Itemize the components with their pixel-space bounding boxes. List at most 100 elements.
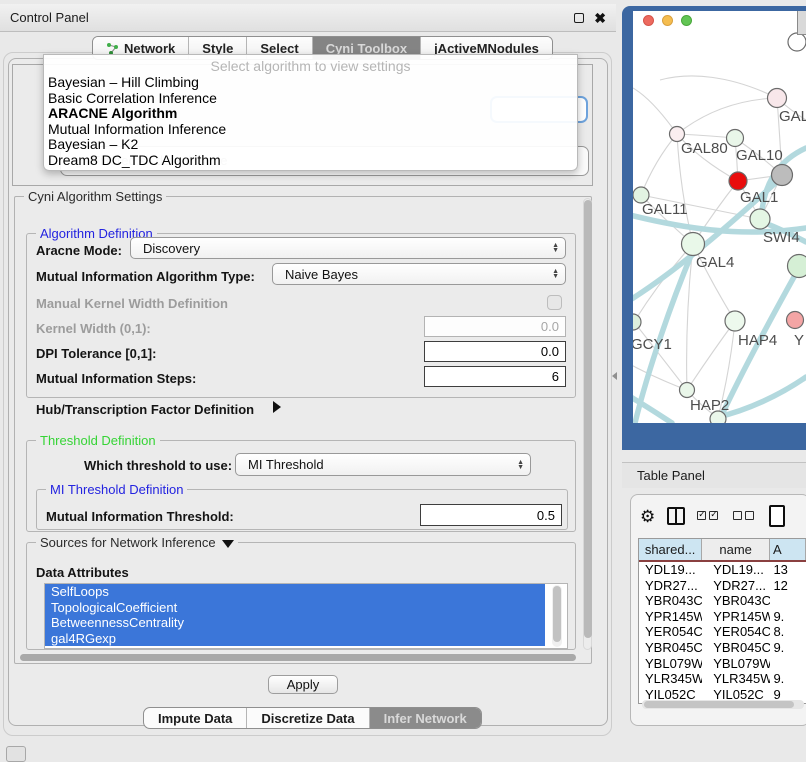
float-icon[interactable]	[574, 13, 584, 23]
panel-mini-button[interactable]	[6, 746, 26, 762]
network-edge[interactable]	[687, 321, 735, 390]
network-node[interactable]	[788, 255, 806, 278]
column-header[interactable]: A	[770, 539, 806, 560]
node-label: GAL	[779, 108, 806, 125]
sources-title[interactable]: Sources for Network Inference	[36, 535, 238, 550]
table-row[interactable]: YER054CYER054C8.	[639, 624, 806, 640]
network-edge[interactable]	[633, 360, 687, 390]
bottom-tabbar: Impute DataDiscretize DataInfer Network	[143, 707, 482, 729]
aracne-mode-select[interactable]: Discovery ▲▼	[130, 237, 566, 259]
dropdown-item[interactable]: Bayesian – Hill Climbing	[44, 75, 577, 91]
panel-title: Control Panel	[10, 10, 89, 25]
column-header[interactable]: name	[702, 539, 770, 560]
mi-algorithm-type-select[interactable]: Naive Bayes ▲▼	[272, 263, 566, 285]
kernel-width-label: Kernel Width (0,1):	[36, 321, 151, 336]
network-edge[interactable]	[660, 76, 777, 98]
dpi-tolerance-field[interactable]: 0.0	[424, 341, 566, 362]
table-row[interactable]: YBR043CYBR043C	[639, 593, 806, 609]
dropdown-item[interactable]: Bayesian – K2	[44, 137, 577, 153]
dropdown-item[interactable]: ARACNE Algorithm	[44, 106, 577, 122]
data-attributes-label: Data Attributes	[36, 565, 129, 580]
node-label: GAL11	[642, 201, 688, 218]
aracne-mode-label: Aracne Mode:	[36, 243, 122, 258]
table-panel-titlebar: Table Panel	[622, 462, 806, 488]
dropdown-item[interactable]: Mutual Information Inference	[44, 122, 577, 138]
mi-steps-field[interactable]: 6	[424, 366, 566, 387]
network-node-hap2[interactable]	[680, 383, 695, 398]
window-close-icon[interactable]	[643, 15, 654, 26]
birdseye-corner	[797, 11, 806, 35]
expand-arrow-icon[interactable]	[273, 401, 281, 413]
network-edge[interactable]	[633, 88, 677, 134]
table-horizontal-scrollbar-thumb[interactable]	[644, 701, 794, 708]
document-icon[interactable]	[769, 505, 785, 527]
apply-button[interactable]: Apply	[268, 675, 338, 694]
node-label: Y	[794, 332, 804, 349]
tab-impute-data[interactable]: Impute Data	[144, 708, 247, 728]
table-row[interactable]: YBR045CYBR045C9.	[639, 640, 806, 656]
dropdown-item[interactable]: Basic Correlation Inference	[44, 91, 577, 107]
node-label: HAP4	[738, 332, 777, 349]
list-item[interactable]: TopologicalCoefficient	[45, 600, 545, 616]
threshold-definition-title: Threshold Definition	[36, 433, 160, 448]
which-threshold-select[interactable]: MI Threshold ▲▼	[235, 453, 531, 476]
column-header[interactable]: shared...	[639, 539, 702, 560]
table-header-row: shared...nameA	[639, 539, 806, 562]
splitter-handle-icon[interactable]	[612, 372, 617, 380]
table-row[interactable]: YDL19...YDL19...13	[639, 562, 806, 578]
hub-definition-label[interactable]: Hub/Transcription Factor Definition	[36, 402, 254, 417]
table-row[interactable]: YBL079WYBL079W	[639, 656, 806, 672]
dpi-tolerance-label: DPI Tolerance [0,1]:	[36, 346, 156, 361]
list-item[interactable]: BetweennessCentrality	[45, 615, 545, 631]
network-node-y[interactable]	[787, 312, 804, 329]
network-node-gal1[interactable]	[729, 172, 747, 190]
tab-discretize-data[interactable]: Discretize Data	[247, 708, 369, 728]
stepper-icon: ▲▼	[552, 269, 559, 279]
network-node-gcy1[interactable]	[633, 314, 641, 330]
settings-vertical-scrollbar-thumb[interactable]	[584, 200, 592, 638]
network-node-swi4[interactable]	[750, 209, 770, 229]
dropdown-item[interactable]: Dream8 DC_TDC Algorithm	[44, 153, 577, 169]
table-row[interactable]: YDR27...YDR27...12	[639, 578, 806, 594]
network-node[interactable]	[788, 33, 806, 51]
node-label: GAL4	[696, 254, 734, 271]
mi-threshold-title: MI Threshold Definition	[46, 482, 187, 497]
collapse-arrow-icon	[222, 540, 234, 548]
network-node[interactable]	[710, 411, 726, 423]
network-node-hap4[interactable]	[725, 311, 745, 331]
table-row[interactable]: YPR145WYPR145W9.	[639, 609, 806, 625]
columns-icon[interactable]	[667, 507, 685, 525]
node-label: SWI4	[763, 229, 800, 246]
stepper-icon: ▲▼	[552, 243, 559, 253]
list-item[interactable]: SelfLoops	[45, 584, 545, 600]
cyni-settings-title: Cyni Algorithm Settings	[24, 189, 166, 204]
control-panel-titlebar: Control Panel ✖	[0, 4, 616, 32]
table-panel-title: Table Panel	[637, 468, 705, 483]
select-all-icon[interactable]	[697, 507, 721, 525]
network-node[interactable]	[772, 165, 793, 186]
dropdown-placeholder: Select algorithm to view settings	[44, 55, 577, 75]
mi-threshold-field[interactable]: 0.5	[420, 504, 562, 526]
settings-horizontal-scrollbar-thumb[interactable]	[20, 654, 576, 661]
data-attributes-list: SelfLoopsTopologicalCoefficientBetweenne…	[44, 583, 568, 649]
network-node-gal4[interactable]	[682, 233, 705, 256]
list-item[interactable]: gal4RGexp	[45, 631, 545, 647]
window-zoom-icon[interactable]	[681, 15, 692, 26]
deselect-all-icon[interactable]	[733, 507, 757, 525]
network-node-gal[interactable]	[768, 89, 787, 108]
close-icon[interactable]: ✖	[594, 11, 606, 25]
window-minimize-icon[interactable]	[662, 15, 673, 26]
manual-kernel-width-checkbox[interactable]	[547, 295, 562, 310]
tab-infer-network[interactable]: Infer Network	[370, 708, 481, 728]
list-scrollbar-thumb[interactable]	[553, 586, 561, 642]
network-edge[interactable]	[641, 134, 677, 195]
table-row[interactable]: YLR345WYLR345W9.	[639, 671, 806, 687]
network-canvas[interactable]: GALGAL80GAL10GAL1GAL11SWI4GAL4GCY1HAP4YH…	[633, 11, 806, 423]
node-label: GAL10	[736, 147, 783, 164]
network-node-gal10[interactable]	[727, 130, 744, 147]
gear-icon[interactable]: ⚙	[640, 508, 655, 525]
kernel-width-field[interactable]: 0.0	[424, 316, 566, 337]
manual-kernel-width-label: Manual Kernel Width Definition	[36, 296, 228, 311]
network-edge[interactable]	[634, 244, 693, 322]
network-edge[interactable]	[677, 98, 777, 134]
